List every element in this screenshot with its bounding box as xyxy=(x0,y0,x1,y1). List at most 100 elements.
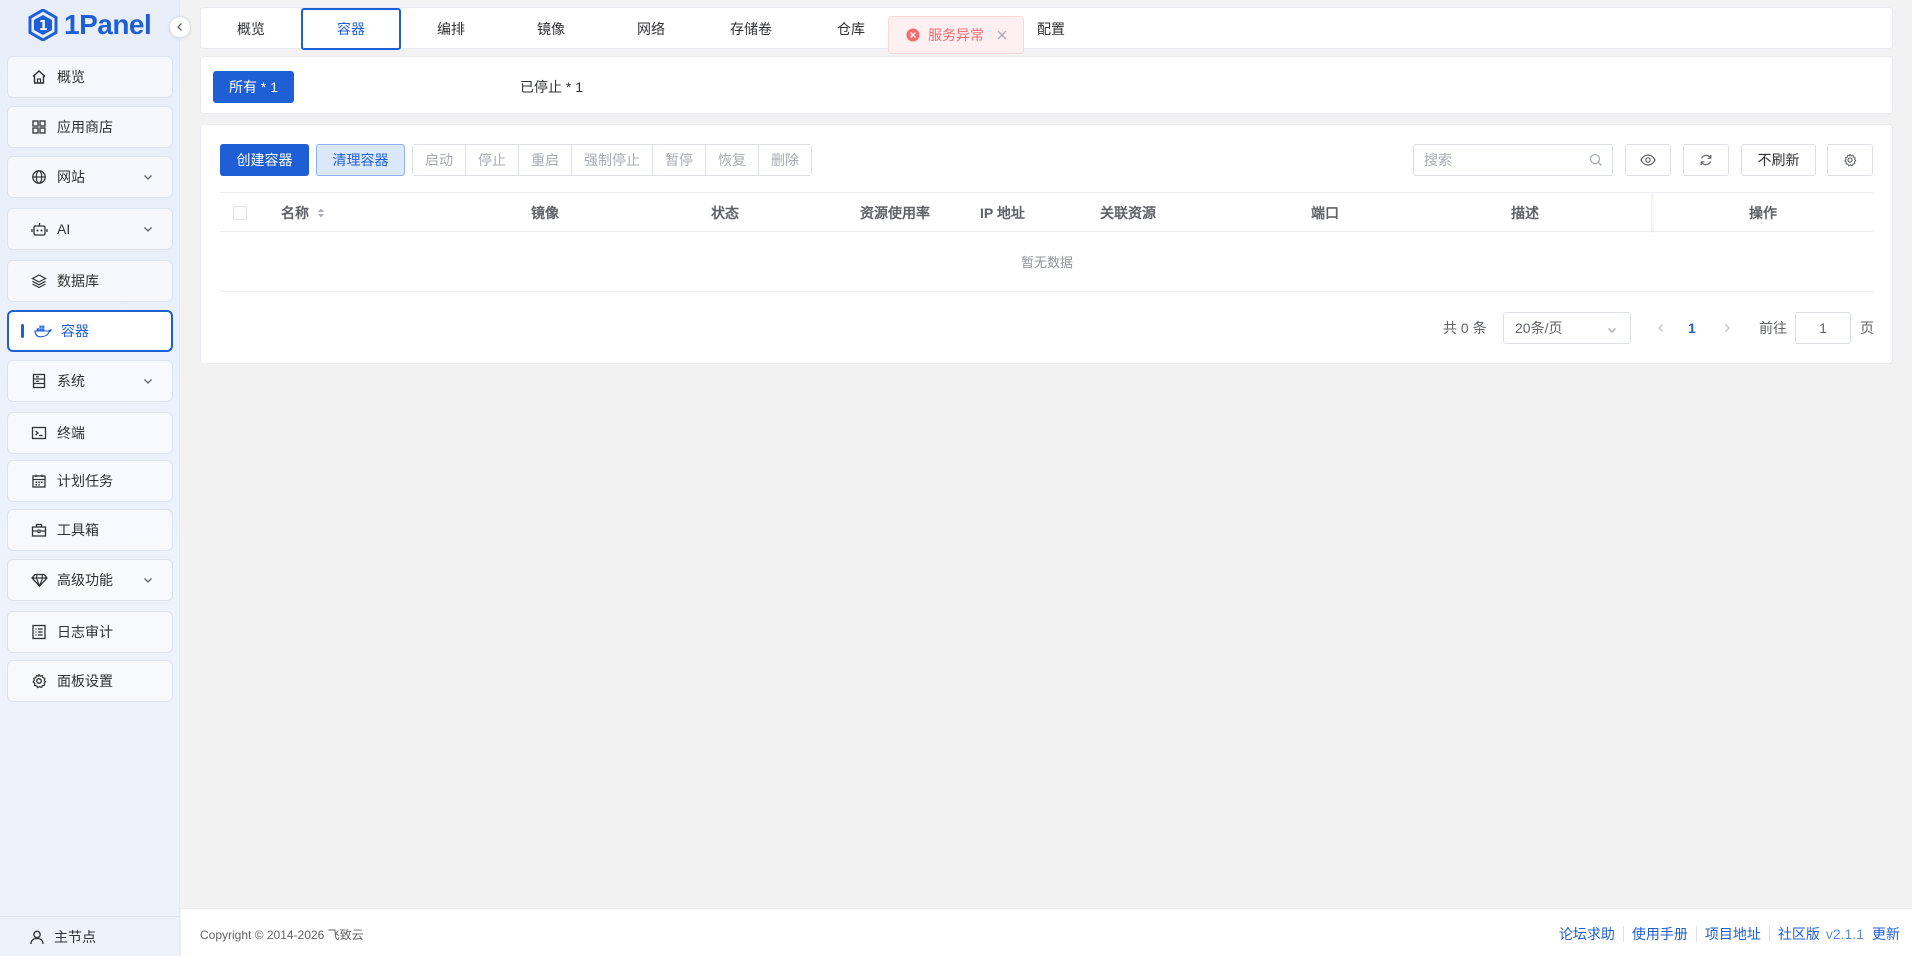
tab-repo[interactable]: 仓库 xyxy=(801,8,901,50)
delete-button[interactable]: 删除 xyxy=(759,145,811,175)
sidebar-item-appstore[interactable]: 应用商店 xyxy=(7,106,173,148)
column-header-label: 名称 xyxy=(281,205,309,221)
refresh-icon xyxy=(1700,154,1712,166)
refresh-button[interactable] xyxy=(1683,144,1729,176)
sidebar-item-label: 工具箱 xyxy=(57,522,99,538)
select-all-checkbox[interactable] xyxy=(233,206,247,220)
edition-link[interactable]: 社区版 xyxy=(1770,926,1826,942)
sidebar-item-label: AI xyxy=(57,221,71,237)
sort-icon[interactable] xyxy=(317,207,325,219)
node-selector[interactable]: 主节点 xyxy=(0,916,180,956)
tab-volume[interactable]: 存储卷 xyxy=(701,8,801,50)
fixed-column-divider xyxy=(1651,193,1655,233)
search-input[interactable] xyxy=(1413,144,1613,176)
tab-network[interactable]: 网络 xyxy=(601,8,701,50)
sidebar-item-website[interactable]: 网站 xyxy=(7,156,173,198)
sidebar-item-terminal[interactable]: 终端 xyxy=(7,412,173,454)
page-size-value: 20条/页 xyxy=(1515,320,1563,336)
chevron-down-icon xyxy=(144,175,152,180)
restart-button[interactable]: 重启 xyxy=(519,145,572,175)
sidebar-item-label: 网站 xyxy=(57,169,85,185)
create-container-button[interactable]: 创建容器 xyxy=(220,144,309,176)
active-indicator xyxy=(21,324,24,338)
alert-text: 服务异常 xyxy=(928,27,984,43)
start-button[interactable]: 启动 xyxy=(413,145,466,175)
resume-button[interactable]: 恢复 xyxy=(706,145,759,175)
server-icon xyxy=(30,372,48,390)
tab-overview[interactable]: 概览 xyxy=(201,8,301,50)
footer: Copyright © 2014-2026 飞致云 论坛求助 使用手册 项目地址… xyxy=(181,908,1912,956)
prev-page-icon[interactable] xyxy=(1656,323,1666,333)
gear-icon xyxy=(30,672,48,690)
toggle-visibility-button[interactable] xyxy=(1625,144,1671,176)
sidebar-item-system[interactable]: 系统 xyxy=(7,360,173,402)
gear-icon xyxy=(1844,153,1857,167)
sidebar-item-container[interactable]: 容器 xyxy=(7,310,173,352)
sidebar-item-label: 应用商店 xyxy=(57,119,113,135)
sidebar-item-overview[interactable]: 概览 xyxy=(7,56,173,98)
sidebar-item-cron[interactable]: 计划任务 xyxy=(7,460,173,502)
forum-link[interactable]: 论坛求助 xyxy=(1551,926,1624,942)
sidebar-item-advanced[interactable]: 高级功能 xyxy=(7,559,173,601)
column-header-name[interactable]: 名称 xyxy=(281,193,325,233)
tab-container[interactable]: 容器 xyxy=(301,8,401,50)
force-stop-button[interactable]: 强制停止 xyxy=(572,145,653,175)
project-link[interactable]: 项目地址 xyxy=(1697,926,1770,942)
batch-action-group: 启动 停止 重启 强制停止 暂停 恢复 删除 xyxy=(412,144,812,176)
pagination-total: 共 0 条 xyxy=(1443,320,1487,336)
sidebar-item-label: 计划任务 xyxy=(57,473,113,489)
sidebar-item-label: 容器 xyxy=(61,323,89,339)
sidebar-item-database[interactable]: 数据库 xyxy=(7,260,173,302)
error-circle-icon xyxy=(906,28,920,42)
log-icon xyxy=(30,623,48,641)
filter-all[interactable]: 所有 * 1 xyxy=(213,71,295,103)
diamond-icon xyxy=(30,571,48,589)
chevron-left-icon xyxy=(177,23,182,31)
stop-button[interactable]: 停止 xyxy=(466,145,519,175)
column-settings-button[interactable] xyxy=(1827,144,1873,176)
column-header-related: 关联资源 xyxy=(1100,205,1156,221)
sidebar-collapse-button[interactable] xyxy=(169,16,191,38)
next-page-icon[interactable] xyxy=(1722,323,1732,333)
sidebar-item-logs[interactable]: 日志审计 xyxy=(7,611,173,653)
sidebar-item-settings[interactable]: 面板设置 xyxy=(7,660,173,702)
column-header-description: 描述 xyxy=(1511,205,1539,221)
column-header-actions: 操作 xyxy=(1749,205,1777,221)
user-icon xyxy=(29,929,45,945)
search-icon xyxy=(1589,153,1602,166)
top-tab-bar: 概览 容器 编排 镜像 网络 存储卷 仓库 模板 配置 xyxy=(200,7,1893,50)
sidebar: 1 1Panel 概览 应用商店 网站 AI 数据库 容器 系统 终端 计划任务… xyxy=(0,0,180,956)
filter-stopped[interactable]: 已停止 * 1 xyxy=(504,71,599,103)
home-icon xyxy=(30,68,48,86)
toolbox-icon xyxy=(30,521,48,539)
service-error-alert: 服务异常 xyxy=(888,16,1024,54)
column-header-ip: IP 地址 xyxy=(980,205,1025,221)
pause-button[interactable]: 暂停 xyxy=(653,145,706,175)
table-header: 名称 镜像 状态 资源使用率 IP 地址 关联资源 端口 描述 操作 xyxy=(220,192,1874,233)
clean-container-button[interactable]: 清理容器 xyxy=(316,144,405,176)
sidebar-item-label: 高级功能 xyxy=(57,572,113,588)
sidebar-item-toolbox[interactable]: 工具箱 xyxy=(7,509,173,551)
node-label: 主节点 xyxy=(54,928,96,945)
sidebar-item-label: 数据库 xyxy=(57,273,99,289)
goto-page-input[interactable] xyxy=(1795,312,1851,344)
svg-text:1: 1 xyxy=(39,19,48,34)
page-size-select[interactable]: 20条/页 xyxy=(1503,312,1631,344)
sidebar-item-label: 概览 xyxy=(57,69,85,85)
manual-link[interactable]: 使用手册 xyxy=(1624,926,1697,942)
tab-image[interactable]: 镜像 xyxy=(501,8,601,50)
column-header-port: 端口 xyxy=(1311,205,1339,221)
close-icon[interactable] xyxy=(996,29,1008,41)
robot-icon xyxy=(30,220,48,238)
globe-icon xyxy=(30,168,48,186)
goto-label: 前往 xyxy=(1759,320,1787,336)
sidebar-item-ai[interactable]: AI xyxy=(7,208,173,250)
tab-compose[interactable]: 编排 xyxy=(401,8,501,50)
update-link[interactable]: 更新 xyxy=(1872,924,1900,944)
column-header-resource: 资源使用率 xyxy=(860,205,930,221)
auto-refresh-button[interactable]: 不刷新 xyxy=(1741,144,1816,176)
app-logo[interactable]: 1 1Panel xyxy=(28,8,152,42)
eye-icon xyxy=(1640,154,1656,166)
chevron-down-icon xyxy=(1608,328,1616,333)
page-number-current[interactable]: 1 xyxy=(1688,312,1696,344)
